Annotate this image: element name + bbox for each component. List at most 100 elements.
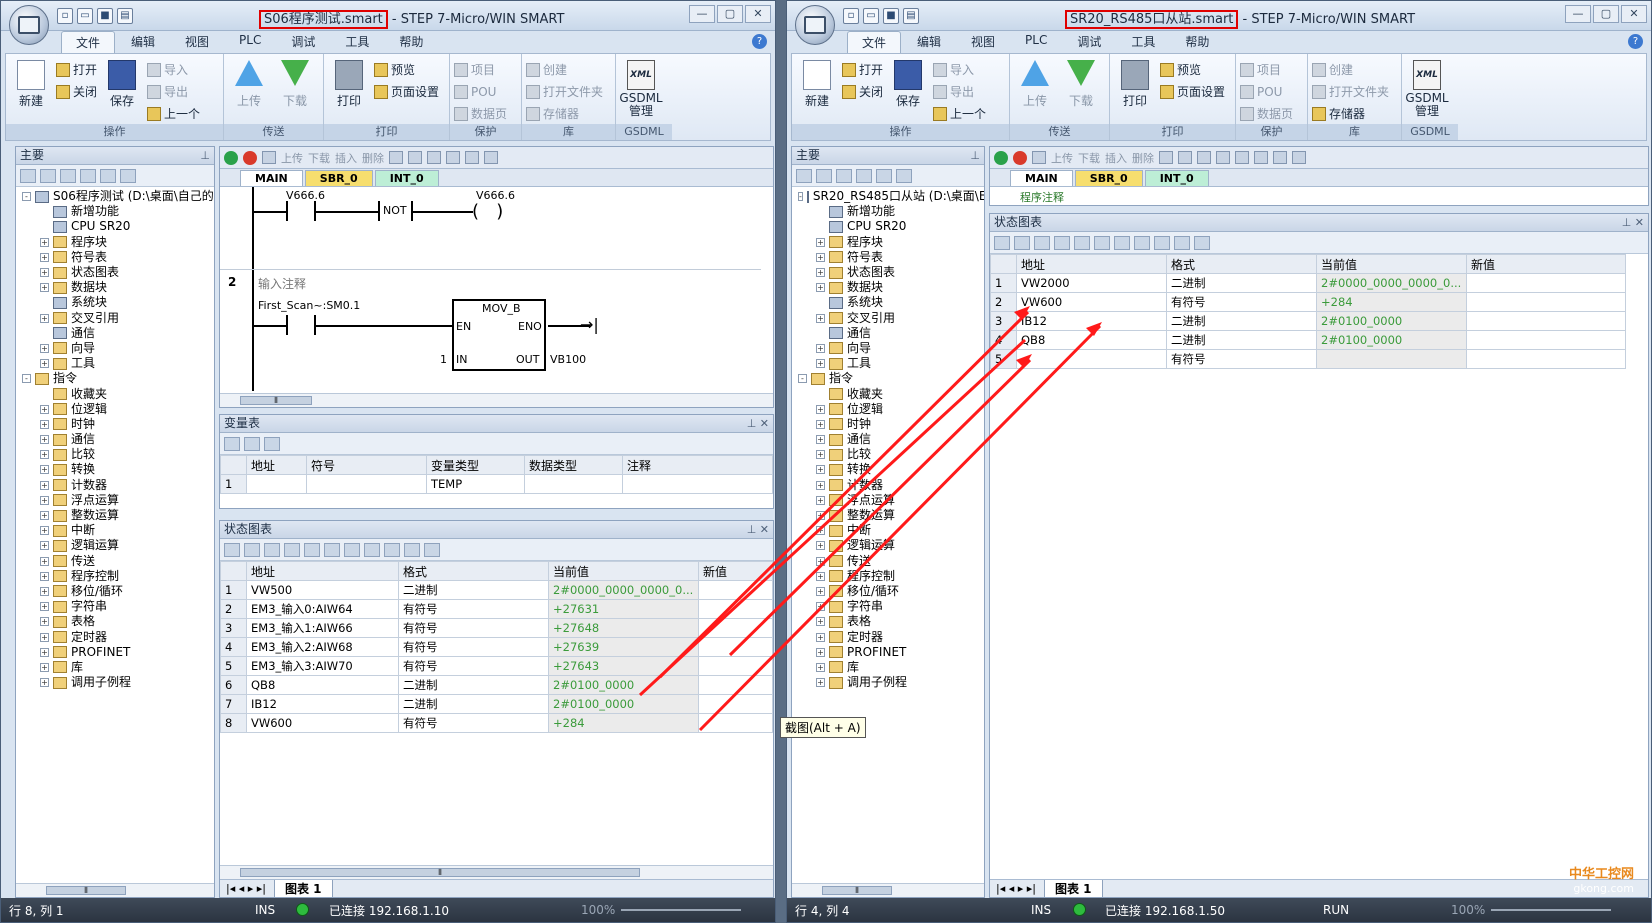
previous-button[interactable]: 上一个 (933, 104, 986, 124)
sheet-tab[interactable]: 图表 1 (274, 879, 333, 897)
tab-edit[interactable]: 编辑 (117, 31, 169, 53)
st-tool-8-icon[interactable] (1134, 235, 1150, 250)
expand-toggle-icon[interactable]: + (816, 268, 825, 278)
save-icon[interactable]: ■ (97, 8, 113, 24)
tree-scrollbar[interactable]: ⦀ (792, 883, 984, 897)
tree-item[interactable]: + 位逻辑 (794, 402, 984, 417)
expand-toggle-icon[interactable]: + (40, 586, 49, 596)
new-icon[interactable]: ▫ (843, 8, 859, 24)
expand-toggle-icon[interactable]: + (40, 343, 49, 353)
var-tool-icon[interactable] (264, 436, 280, 451)
tool-f-icon[interactable] (484, 151, 498, 164)
open-folder-button[interactable]: 打开文件夹 (526, 82, 603, 102)
expand-toggle-icon[interactable]: + (816, 252, 825, 262)
expand-toggle-icon[interactable]: + (816, 419, 825, 429)
expand-toggle-icon[interactable]: + (40, 678, 49, 688)
var-close-icon[interactable]: ⊥ ✕ (747, 415, 769, 432)
tab-int0[interactable]: INT_0 (1144, 170, 1209, 186)
tool-c-icon[interactable] (1197, 151, 1211, 164)
protect-datapage-button[interactable]: 数据页 (454, 104, 507, 124)
table-row[interactable]: 3 EM3_输入1:AIW66 有符号 +27648 (220, 618, 773, 638)
expand-toggle-icon[interactable]: + (816, 359, 825, 369)
st-tool-11-icon[interactable] (424, 542, 440, 557)
expand-toggle-icon[interactable]: + (816, 632, 825, 642)
tree-item[interactable]: 系统块 (794, 295, 984, 310)
tab-view[interactable]: 视图 (171, 31, 223, 53)
status-close-icon[interactable]: ⊥ ✕ (747, 521, 769, 538)
tab-tools[interactable]: 工具 (1117, 31, 1169, 53)
expand-toggle-icon[interactable]: + (816, 283, 825, 293)
tab-help[interactable]: 帮助 (1171, 31, 1223, 53)
tree-tool-5-icon[interactable] (876, 168, 892, 183)
tab-edit[interactable]: 编辑 (903, 31, 955, 53)
ladder-area[interactable]: V666.6 NOT ( ) V666.6 2 输入注释 First_Scan~… (220, 187, 761, 392)
tab-file[interactable]: 文件 (61, 31, 116, 53)
tree-item[interactable]: + 程序块 (18, 235, 214, 250)
tree-item[interactable]: - 指令 (794, 371, 984, 386)
expand-toggle-icon[interactable]: - (798, 374, 807, 384)
table-row[interactable]: 7 IB12 二进制 2#0100_0000 (220, 694, 773, 714)
protect-datapage-button[interactable]: 数据页 (1240, 104, 1293, 124)
tree-item[interactable]: + 时钟 (794, 417, 984, 432)
tree-item[interactable]: + 状态图表 (794, 265, 984, 280)
tree-tool-4-icon[interactable] (80, 168, 96, 183)
expand-toggle-icon[interactable]: + (816, 465, 825, 475)
expand-toggle-icon[interactable]: + (816, 511, 825, 521)
tree-item[interactable]: + 定时器 (794, 629, 984, 644)
tool-b-icon[interactable] (1178, 151, 1192, 164)
run-icon[interactable] (994, 150, 1008, 165)
tab-view[interactable]: 视图 (957, 31, 1009, 53)
expand-toggle-icon[interactable]: + (40, 252, 49, 262)
tree-item[interactable]: + 逻辑运算 (18, 538, 214, 553)
compile-icon[interactable] (1032, 151, 1046, 164)
tree-item[interactable]: + 程序控制 (18, 569, 214, 584)
tree-item[interactable]: + 向导 (18, 341, 214, 356)
tree-item[interactable]: + 通信 (18, 432, 214, 447)
tool-a-icon[interactable] (389, 151, 403, 164)
expand-toggle-icon[interactable]: - (22, 192, 31, 202)
expand-toggle-icon[interactable]: + (816, 678, 825, 688)
status-scrollbar[interactable]: ⦀ (220, 865, 773, 879)
tab-main[interactable]: MAIN (1010, 170, 1073, 186)
editor-insert-button[interactable]: 插入 (1105, 150, 1127, 166)
expand-toggle-icon[interactable]: + (40, 632, 49, 642)
tree-item[interactable]: + 定时器 (18, 629, 214, 644)
expand-toggle-icon[interactable]: + (40, 617, 49, 627)
tab-debug[interactable]: 调试 (277, 31, 329, 53)
compile-icon[interactable] (262, 151, 276, 164)
app-menu-button[interactable] (795, 5, 835, 45)
expand-toggle-icon[interactable]: + (816, 556, 825, 566)
expand-toggle-icon[interactable]: + (816, 404, 825, 414)
tool-d-icon[interactable] (1216, 151, 1230, 164)
tree-item[interactable]: + 转换 (794, 462, 984, 477)
expand-toggle-icon[interactable]: + (816, 435, 825, 445)
tree-item[interactable]: + 位逻辑 (18, 402, 214, 417)
expand-toggle-icon[interactable]: + (816, 662, 825, 672)
zoom-slider[interactable] (1491, 909, 1611, 911)
tree-item[interactable]: + 数据块 (18, 280, 214, 295)
st-tool-10-icon[interactable] (1174, 235, 1190, 250)
st-tool-8-icon[interactable] (364, 542, 380, 557)
tree-item[interactable]: 收藏夹 (794, 386, 984, 401)
tree-item[interactable]: + 库 (18, 660, 214, 675)
tree-item[interactable]: + 表格 (794, 614, 984, 629)
expand-toggle-icon[interactable]: + (40, 237, 49, 247)
tree-item[interactable]: + PROFINET (794, 645, 984, 660)
tree-tool-1-icon[interactable] (796, 168, 812, 183)
tree-tool-3-icon[interactable] (836, 168, 852, 183)
tree-item[interactable]: + 逻辑运算 (794, 538, 984, 553)
st-tool-4-icon[interactable] (1054, 235, 1070, 250)
tree-item[interactable]: + 整数运算 (794, 508, 984, 523)
st-tool-10-icon[interactable] (404, 542, 420, 557)
close-button[interactable]: ✕ (1621, 5, 1647, 23)
expand-toggle-icon[interactable]: + (40, 647, 49, 657)
table-row[interactable]: 3 IB12 二进制 2#0100_0000 (990, 311, 1626, 331)
tree-item[interactable]: + 比较 (18, 447, 214, 462)
tree-tool-1-icon[interactable] (20, 168, 36, 183)
expand-toggle-icon[interactable]: + (40, 480, 49, 490)
tree-item[interactable]: + 调用子例程 (794, 675, 984, 690)
expand-toggle-icon[interactable]: + (816, 602, 825, 612)
app-menu-button[interactable] (9, 5, 49, 45)
tab-sbr0[interactable]: SBR_0 (304, 170, 373, 186)
tree-tool-2-icon[interactable] (816, 168, 832, 183)
